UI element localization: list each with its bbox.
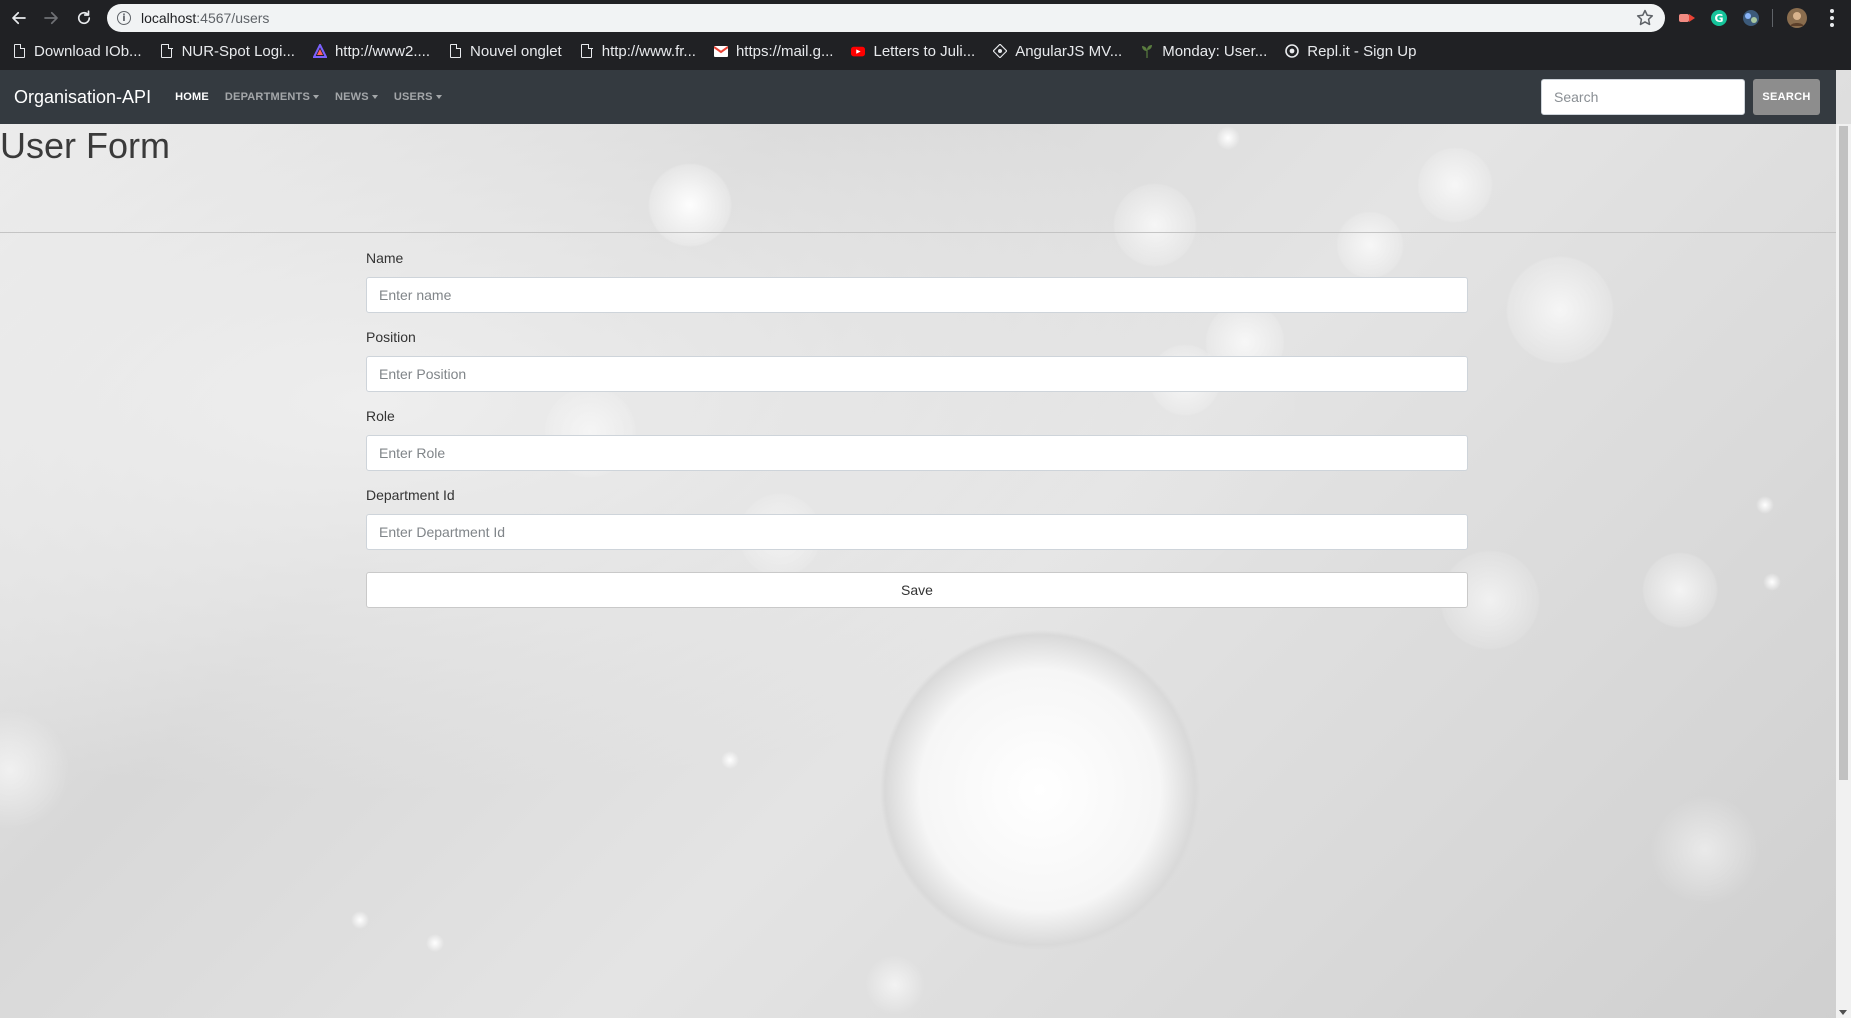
browser-menu-icon[interactable] xyxy=(1822,5,1842,31)
forward-arrow-icon[interactable] xyxy=(39,6,63,30)
url-host: localhost xyxy=(141,10,197,26)
browser-toolbar: i localhost:4567/users G Download IOb...… xyxy=(0,0,1851,70)
gmail-icon xyxy=(713,43,728,59)
caret-down-icon xyxy=(371,95,378,99)
page-viewport: Organisation-API HOME DEPARTMENTS NEWS U… xyxy=(0,70,1851,1018)
bookmark-item[interactable]: Download IOb... xyxy=(12,43,142,60)
caret-down-icon xyxy=(435,95,442,99)
bookmark-item[interactable]: Repl.it - Sign Up xyxy=(1285,43,1416,60)
extension-icon[interactable] xyxy=(1676,7,1698,29)
bookmark-label: Letters to Juli... xyxy=(873,42,976,60)
department-id-label: Department Id xyxy=(366,487,455,503)
bookmarks-bar: Download IOb... NUR-Spot Logi... http://… xyxy=(0,38,1851,64)
nav-link-label: NEWS xyxy=(335,91,369,103)
document-icon xyxy=(12,43,26,59)
name-label: Name xyxy=(366,250,404,266)
bookmark-label: https://mail.g... xyxy=(735,42,834,60)
nav-link-label: DEPARTMENTS xyxy=(224,91,310,103)
navbar-search-form: SEARCH xyxy=(1541,79,1820,115)
user-form: Name Position Role Department Id Save xyxy=(366,250,1468,608)
document-icon xyxy=(160,43,174,59)
department-id-input[interactable] xyxy=(366,514,1468,550)
grammarly-icon[interactable]: G xyxy=(1708,7,1730,29)
url-text: localhost:4567/users xyxy=(141,10,269,26)
nav-dropdown-news[interactable]: NEWS xyxy=(335,91,378,103)
triangle-logo-icon xyxy=(312,43,327,59)
angular-icon xyxy=(993,43,1008,59)
divider xyxy=(0,232,1836,233)
form-group-department-id: Department Id xyxy=(366,487,1468,550)
bookmark-item[interactable]: AngularJS MV... xyxy=(993,43,1122,60)
info-icon[interactable]: i xyxy=(117,11,131,25)
nav-dropdown-users[interactable]: USERS xyxy=(394,91,442,103)
position-input[interactable] xyxy=(366,356,1468,392)
form-group-role: Role xyxy=(366,408,1468,471)
toolbar-separator xyxy=(1772,9,1773,27)
bookmark-label: Nouvel onglet xyxy=(470,42,562,60)
navbar-search-button[interactable]: SEARCH xyxy=(1753,79,1820,115)
caret-down-icon xyxy=(313,95,319,99)
scrollbar-thumb[interactable] xyxy=(1839,126,1848,780)
position-label: Position xyxy=(366,329,416,345)
role-label: Role xyxy=(366,408,395,424)
bookmark-label: Download IOb... xyxy=(34,42,142,60)
bookmark-item[interactable]: http://www.fr... xyxy=(580,43,696,60)
save-button[interactable]: Save xyxy=(366,572,1468,608)
nav-link-label: HOME xyxy=(175,91,209,103)
bookmark-label: http://www2.... xyxy=(334,42,430,60)
scroll-down-arrow-icon[interactable] xyxy=(1839,1010,1847,1015)
name-input[interactable] xyxy=(366,277,1468,313)
svg-text:G: G xyxy=(1714,12,1723,25)
bookmark-item[interactable]: Monday: User... xyxy=(1140,43,1267,60)
bookmark-item[interactable]: Nouvel onglet xyxy=(448,43,562,60)
youtube-icon xyxy=(851,43,866,59)
nav-link-home[interactable]: HOME xyxy=(175,91,209,103)
extension-globe-icon[interactable] xyxy=(1740,7,1762,29)
bookmark-item[interactable]: http://www2.... xyxy=(312,42,430,60)
bookmark-label: Monday: User... xyxy=(1162,42,1268,60)
bookmark-label: AngularJS MV... xyxy=(1015,42,1123,60)
site-navbar: Organisation-API HOME DEPARTMENTS NEWS U… xyxy=(0,70,1836,124)
nav-link-label: USERS xyxy=(393,91,433,103)
document-icon xyxy=(448,43,462,59)
page-title: User Form xyxy=(0,125,170,166)
bookmark-item[interactable]: NUR-Spot Logi... xyxy=(160,43,295,60)
bookmark-item[interactable]: Letters to Juli... xyxy=(851,43,975,60)
page-scrollbar[interactable] xyxy=(1836,124,1851,1018)
nav-dropdown-departments[interactable]: DEPARTMENTS xyxy=(225,91,319,103)
navbar-brand[interactable]: Organisation-API xyxy=(14,87,151,108)
reload-icon[interactable] xyxy=(72,6,96,30)
bookmark-label: NUR-Spot Logi... xyxy=(181,42,295,60)
plant-icon xyxy=(1140,43,1154,59)
bookmark-star-icon[interactable] xyxy=(1635,8,1655,28)
url-path: :4567/users xyxy=(196,10,270,26)
bookmark-item[interactable]: https://mail.g... xyxy=(713,42,834,60)
bookmark-label: http://www.fr... xyxy=(601,42,696,60)
document-icon xyxy=(580,43,594,59)
back-arrow-icon[interactable] xyxy=(7,6,31,30)
profile-avatar-icon[interactable] xyxy=(1786,7,1808,29)
form-group-name: Name xyxy=(366,250,1468,313)
address-bar[interactable]: i localhost:4567/users xyxy=(107,4,1665,32)
bookmark-label: Repl.it - Sign Up xyxy=(1307,42,1417,60)
form-group-position: Position xyxy=(366,329,1468,392)
role-input[interactable] xyxy=(366,435,1468,471)
navbar-search-input[interactable] xyxy=(1541,79,1745,115)
replit-icon xyxy=(1285,43,1300,59)
